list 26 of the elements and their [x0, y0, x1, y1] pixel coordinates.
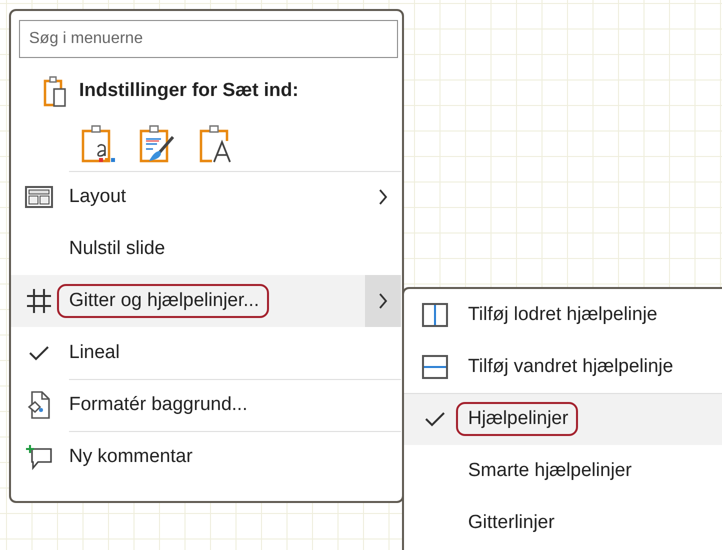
- menu-item[interactable]: Ny kommentar: [11, 431, 401, 483]
- clipboard-icon: [43, 75, 67, 107]
- menu-item[interactable]: Lineal: [11, 327, 401, 379]
- menu-item[interactable]: Gitter og hjælpelinjer...: [11, 275, 401, 327]
- menu-item[interactable]: Nulstil slide: [11, 223, 401, 275]
- vertical-guide-icon: [422, 303, 448, 327]
- menu-item[interactable]: Smarte hjælpelinjer: [404, 445, 722, 497]
- chevron-right-icon: [378, 292, 388, 310]
- menu-item[interactable]: Layout: [11, 171, 401, 223]
- format-background-icon: [27, 391, 51, 419]
- paste-keep-formatting-icon[interactable]: [81, 125, 117, 163]
- checkmark-icon: [424, 411, 446, 427]
- comment-icon: [25, 444, 53, 470]
- search-field[interactable]: Søg i menuerne: [19, 20, 398, 58]
- horizontal-guide-icon: [422, 355, 448, 379]
- layout-icon: [25, 186, 53, 208]
- menu-item[interactable]: Tilføj vandret hjælpelinje: [404, 341, 722, 393]
- menu-item[interactable]: Hjælpelinjer: [404, 393, 722, 445]
- paste-brush-icon[interactable]: [139, 125, 177, 163]
- menu-item[interactable]: Tilføj lodret hjælpelinje: [404, 289, 722, 341]
- checkmark-icon: [28, 345, 50, 361]
- menu-item[interactable]: Formatér baggrund...: [11, 379, 401, 431]
- chevron-right-icon: [378, 188, 388, 206]
- menu-item[interactable]: Gitterlinjer: [404, 497, 722, 549]
- section-heading: Indstillinger for Sæt ind:: [79, 80, 299, 102]
- grid-icon: [26, 288, 52, 314]
